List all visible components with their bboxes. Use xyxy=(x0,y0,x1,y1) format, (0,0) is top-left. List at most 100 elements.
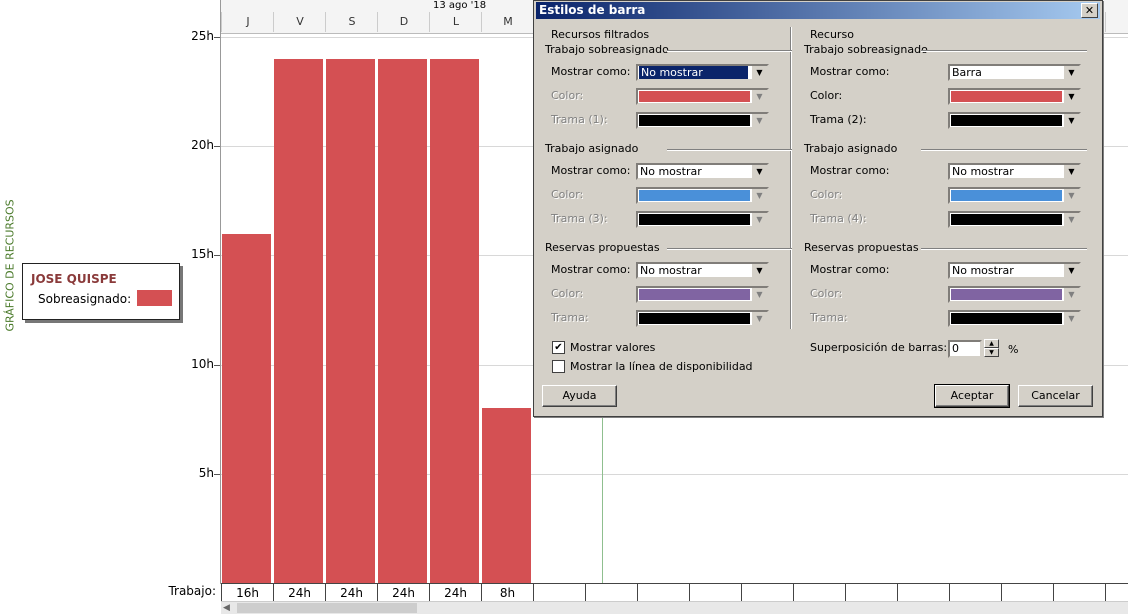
color-select[interactable]: ▼ xyxy=(948,88,1081,105)
y-tick-label: 20h xyxy=(191,138,214,153)
work-row-label: Trabajo: xyxy=(168,584,216,598)
section-rule xyxy=(667,50,792,52)
pattern-swatch xyxy=(951,115,1062,126)
color-swatch xyxy=(951,289,1062,300)
overlap-label: Superposición de barras: xyxy=(810,341,948,354)
cancel-button[interactable]: Cancelar xyxy=(1018,385,1093,407)
chevron-down-icon[interactable]: ▼ xyxy=(751,66,767,79)
timescale-day: L xyxy=(429,12,482,32)
pattern-select: ▼ xyxy=(636,112,769,129)
show-as-select[interactable]: No mostrar ▼ xyxy=(636,163,769,180)
chevron-down-icon: ▼ xyxy=(1063,189,1079,202)
chevron-down-icon[interactable]: ▼ xyxy=(1063,114,1079,127)
show-values-checkbox[interactable]: ✔ xyxy=(552,341,565,354)
dialog-title: Estilos de barra xyxy=(539,3,646,17)
color-select: ▼ xyxy=(948,286,1081,303)
help-button[interactable]: Ayuda xyxy=(542,385,617,407)
work-row: 16h 24h 24h 24h 24h 8h xyxy=(221,583,1128,602)
right-column-heading: Recurso xyxy=(810,28,854,41)
work-value: 24h xyxy=(273,584,325,602)
chevron-down-icon: ▼ xyxy=(1063,312,1079,325)
chevron-down-icon[interactable]: ▼ xyxy=(1063,66,1079,79)
pattern-label: Trama: xyxy=(551,311,589,324)
spin-down-button[interactable]: ▼ xyxy=(984,348,999,357)
legend-swatch xyxy=(137,290,172,306)
color-swatch xyxy=(639,91,750,102)
timescale-day: D xyxy=(377,12,430,32)
section-rule xyxy=(921,50,1087,52)
chevron-down-icon[interactable]: ▼ xyxy=(1063,90,1079,103)
work-empty-cell xyxy=(793,584,845,602)
show-as-value: Barra xyxy=(952,66,982,79)
scroll-thumb[interactable] xyxy=(237,603,417,613)
show-as-select[interactable]: No mostrar ▼ xyxy=(948,262,1081,279)
show-as-select[interactable]: No mostrar ▼ xyxy=(636,64,769,81)
scroll-left-icon[interactable]: ◀ xyxy=(223,602,235,614)
color-swatch xyxy=(639,289,750,300)
chevron-down-icon: ▼ xyxy=(751,90,767,103)
section-title: Reservas propuestas xyxy=(804,241,919,254)
pattern-select: ▼ xyxy=(636,310,769,327)
timescale-day: M xyxy=(481,12,534,32)
pattern-label: Trama (4): xyxy=(810,212,867,225)
timescale-day: V xyxy=(273,12,326,32)
work-value: 16h xyxy=(221,584,273,602)
timescale-day: S xyxy=(325,12,378,32)
work-empty-cell xyxy=(533,584,585,602)
show-as-select[interactable]: No mostrar ▼ xyxy=(636,262,769,279)
pattern-swatch xyxy=(639,313,750,324)
pattern-swatch xyxy=(951,214,1062,225)
color-select: ▼ xyxy=(636,286,769,303)
y-tick-label: 5h xyxy=(198,465,214,480)
pattern-swatch xyxy=(639,115,750,126)
bar-styles-dialog: Estilos de barra ✕ Recursos filtrados Re… xyxy=(533,0,1103,417)
work-empty-cell xyxy=(689,584,741,602)
spin-up-button[interactable]: ▲ xyxy=(984,339,999,348)
y-axis xyxy=(220,0,221,584)
y-tick xyxy=(214,255,220,257)
show-as-value: No mostrar xyxy=(952,264,1014,277)
color-label: Color: xyxy=(810,287,843,300)
pattern-label: Trama (2): xyxy=(810,113,867,126)
horizontal-scrollbar[interactable]: ◀ xyxy=(221,601,1128,614)
chevron-down-icon: ▼ xyxy=(751,189,767,202)
show-as-label: Mostrar como: xyxy=(810,263,890,276)
chart-bar xyxy=(482,408,531,583)
chevron-down-icon: ▼ xyxy=(751,312,767,325)
close-button[interactable]: ✕ xyxy=(1081,3,1098,18)
chevron-down-icon[interactable]: ▼ xyxy=(1063,165,1079,178)
overlap-input[interactable]: 0 xyxy=(948,340,982,358)
chevron-down-icon[interactable]: ▼ xyxy=(751,264,767,277)
chart-bar xyxy=(274,58,323,583)
show-as-label: Mostrar como: xyxy=(810,164,890,177)
work-empty-cell xyxy=(585,584,637,602)
work-value: 8h xyxy=(481,584,533,602)
dialog-titlebar[interactable]: Estilos de barra ✕ xyxy=(536,2,1100,19)
show-values-label: Mostrar valores xyxy=(570,341,656,354)
y-tick xyxy=(214,473,220,475)
show-as-select[interactable]: No mostrar ▼ xyxy=(948,163,1081,180)
week-label: 13 ago '18 xyxy=(433,0,487,11)
color-swatch xyxy=(951,91,1062,102)
ok-button[interactable]: Aceptar xyxy=(934,384,1010,408)
show-as-value: No mostrar xyxy=(639,66,748,79)
show-as-select[interactable]: Barra ▼ xyxy=(948,64,1081,81)
availability-line-checkbox[interactable] xyxy=(552,360,565,373)
timescale-day: J xyxy=(221,12,274,32)
chevron-down-icon: ▼ xyxy=(751,288,767,301)
section-title: Trabajo sobreasignado xyxy=(804,43,928,56)
work-empty-cell xyxy=(845,584,897,602)
chevron-down-icon[interactable]: ▼ xyxy=(1063,264,1079,277)
color-swatch xyxy=(639,190,750,201)
legend-label: Sobreasignado: xyxy=(38,292,132,306)
show-as-label: Mostrar como: xyxy=(810,65,890,78)
pattern-select[interactable]: ▼ xyxy=(948,112,1081,129)
show-as-value: No mostrar xyxy=(640,165,702,178)
work-empty-cell xyxy=(741,584,793,602)
availability-line-label: Mostrar la línea de disponibilidad xyxy=(570,360,753,373)
pattern-select: ▼ xyxy=(948,211,1081,228)
chevron-down-icon[interactable]: ▼ xyxy=(751,165,767,178)
legend-box: JOSE QUISPE Sobreasignado: xyxy=(22,263,180,320)
show-as-value: No mostrar xyxy=(640,264,702,277)
section-rule xyxy=(921,149,1087,151)
